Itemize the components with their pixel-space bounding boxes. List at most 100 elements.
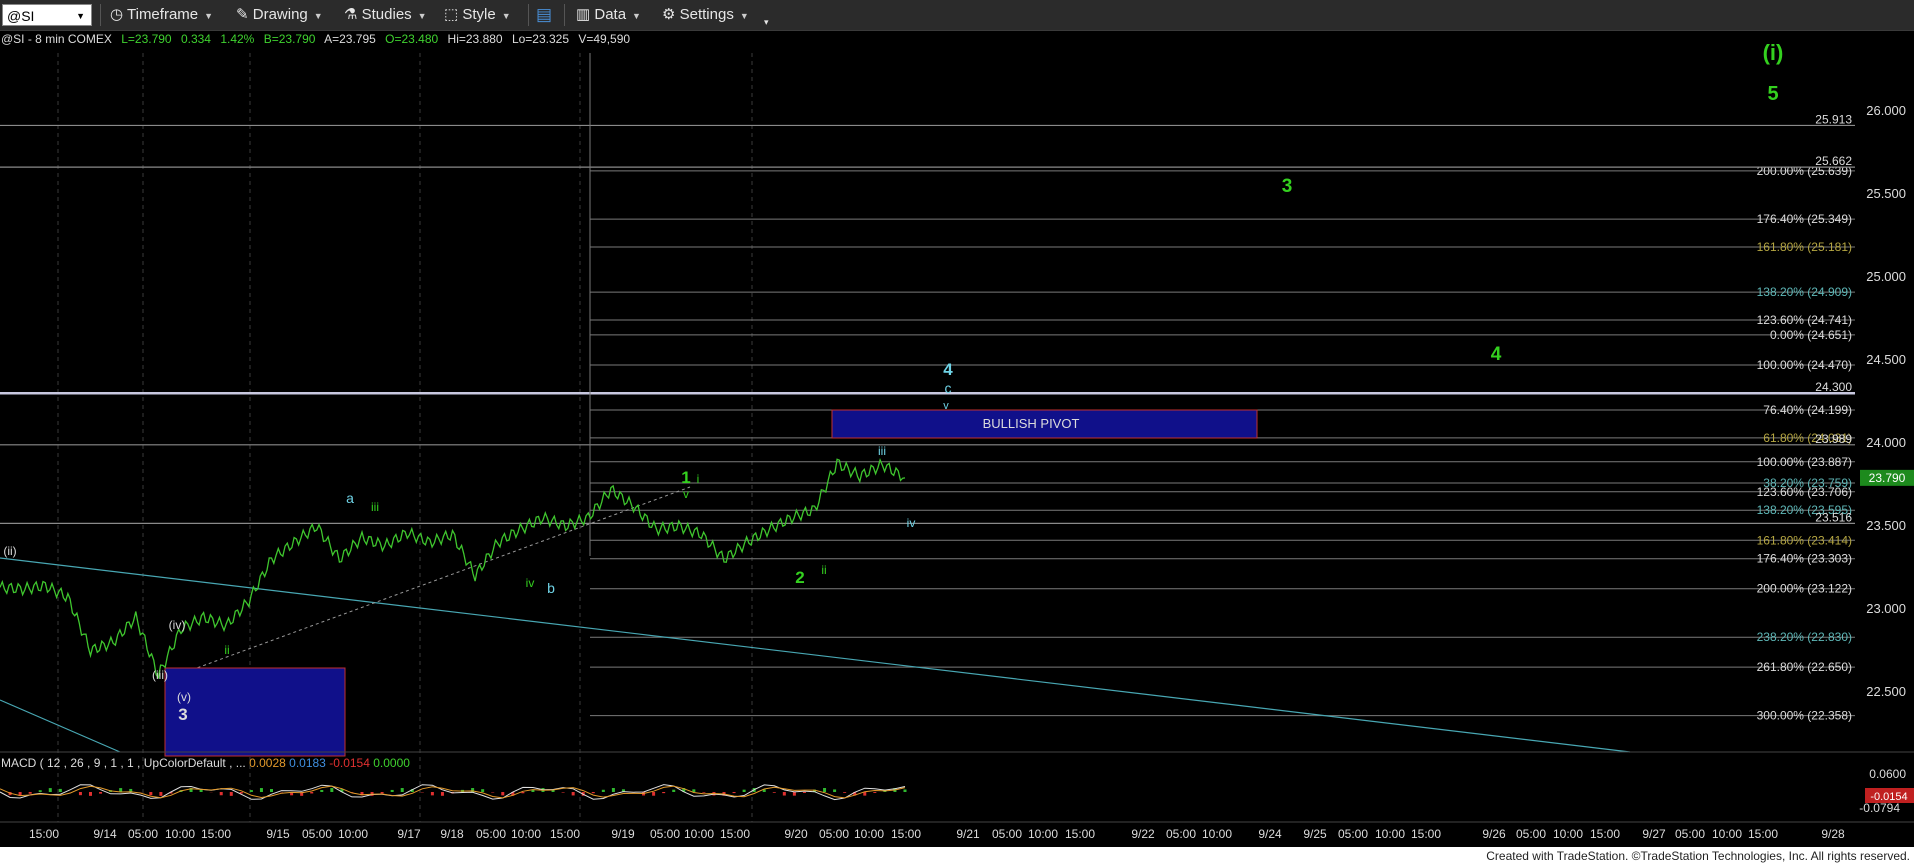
price-axis: 26.000 25.500 25.000 24.500 24.000 23.500 23.0… <box>1860 103 1914 699</box>
x-tick-label: 10:00 <box>1028 827 1058 841</box>
chevron-down-icon: ▼ <box>632 11 641 21</box>
fib-level-label: 261.80% (22.650) <box>1757 660 1852 674</box>
fib-level-label: 238.20% (22.830) <box>1757 630 1852 644</box>
x-tick-label: 9/26 <box>1482 827 1506 841</box>
chevron-down-icon: ▼ <box>417 11 427 21</box>
studies-label: Studies <box>361 6 412 23</box>
symbol-input[interactable]: @SI ▼ <box>2 4 92 26</box>
fib-level-label: 0.00% (24.651) <box>1770 328 1852 342</box>
settings-label: Settings <box>679 6 734 23</box>
studies-menu[interactable]: ⚗ Studies ▼ <box>344 5 427 25</box>
x-tick-label: 15:00 <box>1411 827 1441 841</box>
fib-level-label: 123.60% (24.741) <box>1757 313 1852 327</box>
bullish-pivot-label: BULLISH PIVOT <box>983 416 1080 431</box>
trendline-lower[interactable] <box>0 699 121 753</box>
wave-label: 3 <box>1282 176 1293 197</box>
toolbar-divider <box>564 4 565 26</box>
wave-label: 1 <box>681 468 690 487</box>
trendlines <box>0 53 1631 753</box>
fib-level-label: 76.40% (24.199) <box>1763 403 1852 417</box>
y-tick-label: 24.000 <box>1866 435 1906 450</box>
wave-label: 5 <box>1767 83 1778 105</box>
x-tick-label: 9/22 <box>1131 827 1155 841</box>
x-tick-label: 05:00 <box>992 827 1022 841</box>
wave-label: (v) <box>177 690 191 704</box>
copyright-text: Created with TradeStation. ©TradeStation… <box>1486 849 1910 863</box>
x-tick-label: 15:00 <box>550 827 580 841</box>
settings-menu[interactable]: ⚙ Settings ▼ <box>662 5 749 25</box>
fib-level-label: 300.00% (22.358) <box>1757 709 1852 723</box>
x-tick-label: 10:00 <box>854 827 884 841</box>
wave-label: iv <box>526 576 535 590</box>
level-label: 25.913 <box>1815 112 1852 126</box>
wave-label: 3 <box>178 705 187 724</box>
x-tick-label: 05:00 <box>1166 827 1196 841</box>
style-icon: ⬚ <box>444 6 459 23</box>
y-tick-label: 23.000 <box>1866 601 1906 616</box>
x-tick-label: 9/17 <box>397 827 421 841</box>
x-tick-label: 15:00 <box>29 827 59 841</box>
x-tick-label: 10:00 <box>338 827 368 841</box>
price-chart[interactable]: 200.00% (25.639)176.40% (25.349)161.80% … <box>0 30 1914 847</box>
chevron-down-icon: ▼ <box>204 11 214 21</box>
wave-label: (i) <box>1763 40 1784 65</box>
wave-label: 2 <box>795 568 804 587</box>
wave-label: (ii) <box>3 544 16 558</box>
x-tick-label: 9/25 <box>1303 827 1327 841</box>
x-tick-label: 15:00 <box>1590 827 1620 841</box>
time-axis: 15:00 9/14 05:00 10:00 15:00 9/15 05:00 10:00 9/… <box>0 821 1914 841</box>
x-tick-label: 15:00 <box>1065 827 1095 841</box>
level-label: 25.662 <box>1815 154 1852 168</box>
fib-level-label: 161.80% (23.414) <box>1757 533 1852 547</box>
toolbar-divider <box>528 4 529 26</box>
drawing-label: Drawing <box>252 6 308 23</box>
fib-level-label: 176.40% (25.349) <box>1757 212 1852 226</box>
x-tick-label: 05:00 <box>476 827 506 841</box>
x-tick-label: 9/15 <box>266 827 290 841</box>
timeframe-menu[interactable]: ◷ Timeframe ▼ <box>110 5 213 25</box>
x-tick-label: 05:00 <box>128 827 158 841</box>
data-label: Data <box>594 6 627 23</box>
fib-level-label: 123.60% (23.706) <box>1757 485 1852 499</box>
wave-label: (iv) <box>169 618 186 632</box>
y-tick-label: 24.500 <box>1866 352 1906 367</box>
x-tick-label: 05:00 <box>819 827 849 841</box>
wave-label: b <box>547 580 555 596</box>
data-menu[interactable]: ▥ Data ▼ <box>576 5 641 25</box>
x-tick-label: 10:00 <box>684 827 714 841</box>
symbol-input-value: @SI <box>7 8 35 24</box>
wave-label: ii <box>224 643 229 657</box>
x-tick-label: 10:00 <box>1553 827 1583 841</box>
layout-icon[interactable]: ▤ <box>536 5 552 25</box>
x-tick-label: 10:00 <box>511 827 541 841</box>
x-tick-label: 10:00 <box>1375 827 1405 841</box>
chevron-down-icon: ▼ <box>501 11 511 21</box>
wave-label: iii <box>878 444 886 458</box>
fib-level-label: 200.00% (23.122) <box>1757 582 1852 596</box>
chevron-down-icon: ▼ <box>313 11 323 21</box>
x-tick-label: 9/14 <box>93 827 117 841</box>
support-box[interactable] <box>164 667 346 757</box>
wave-label: ii <box>821 563 826 577</box>
last-price-badge-text: 23.790 <box>1869 471 1906 485</box>
x-tick-label: 10:00 <box>165 827 195 841</box>
dotted-trendline[interactable] <box>174 486 691 677</box>
chevron-down-icon: ▼ <box>76 11 85 21</box>
x-tick-label: 9/24 <box>1258 827 1282 841</box>
overflow-icon[interactable]: ▾ <box>764 12 769 32</box>
x-tick-label: 10:00 <box>1202 827 1232 841</box>
fib-level-label: 176.40% (23.303) <box>1757 552 1852 566</box>
wave-labels: (i)5344cviiiiv1 iv2 iiaiiiiv bii(iv)(iii)(v… <box>3 40 1783 724</box>
toolbar-divider <box>100 4 101 26</box>
footer: Created with TradeStation. ©TradeStation… <box>0 847 1914 865</box>
x-tick-label: 05:00 <box>1675 827 1705 841</box>
level-label: 23.989 <box>1815 432 1852 446</box>
fib-level-label: 100.00% (24.470) <box>1757 358 1852 372</box>
wave-label: 4 <box>1491 344 1502 365</box>
x-tick-label: 9/18 <box>440 827 464 841</box>
y-tick-label: 25.500 <box>1866 186 1906 201</box>
drawing-menu[interactable]: ✎ Drawing ▼ <box>236 5 323 25</box>
wave-label: 4 <box>943 360 953 379</box>
toolbar: @SI ▼ ◷ Timeframe ▼ ✎ Drawing ▼ ⚗ Studies ▼… <box>0 0 1914 31</box>
style-menu[interactable]: ⬚ Style ▼ <box>444 5 511 25</box>
